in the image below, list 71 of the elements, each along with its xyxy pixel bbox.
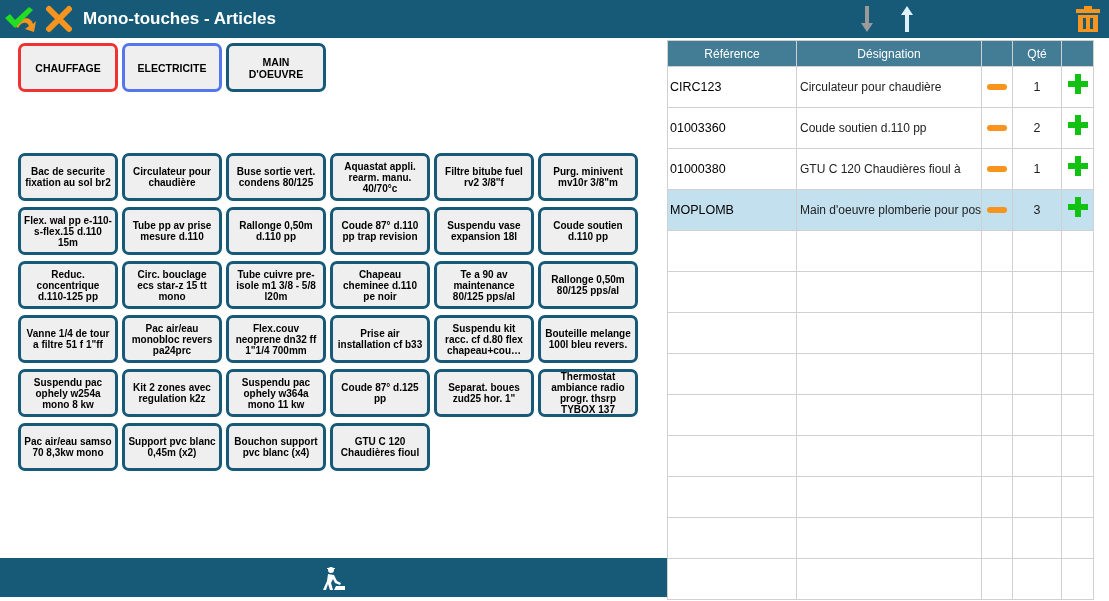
plus-icon[interactable] bbox=[1066, 196, 1089, 219]
table-row[interactable]: MOPLOMB Main d'oeuvre plomberie pour pos 3 bbox=[667, 189, 1094, 231]
table-cell: Coude soutien d.110 pp bbox=[796, 107, 982, 149]
table-row[interactable]: 01000380 GTU C 120 Chaudières fioul à 1 bbox=[667, 148, 1094, 190]
table-cell: Circulateur pour chaudière bbox=[796, 66, 982, 108]
table-cell: MOPLOMB bbox=[667, 189, 797, 231]
article-button[interactable]: Circulateur pour chaudière bbox=[122, 153, 222, 201]
table-cell: 3 bbox=[1012, 189, 1062, 231]
article-button[interactable]: Buse sortie vert. condens 80/125 bbox=[226, 153, 326, 201]
article-button[interactable]: Coude 87° d.125 pp bbox=[330, 369, 430, 417]
minus-icon[interactable] bbox=[986, 165, 1008, 174]
column-header: Désignation bbox=[796, 40, 982, 67]
article-button[interactable]: Bouchon support pvc blanc (x4) bbox=[226, 423, 326, 471]
article-button[interactable]: Pac air/eau monobloc revers pa24prc bbox=[122, 315, 222, 363]
article-button[interactable]: Reduc. concentrique d.110-125 pp bbox=[18, 261, 118, 309]
article-button[interactable]: Purg. minivent mv10r 3/8"m bbox=[538, 153, 638, 201]
check-arrow-icon[interactable] bbox=[3, 4, 37, 34]
article-button[interactable]: Rallonge 0,50m 80/125 pps/al bbox=[538, 261, 638, 309]
article-button[interactable]: Te a 90 av maintenance 80/125 pps/al bbox=[434, 261, 534, 309]
down-arrow-icon[interactable] bbox=[860, 5, 874, 33]
table-cell: 1 bbox=[1012, 66, 1062, 108]
article-button[interactable]: Suspendu vase expansion 18l bbox=[434, 207, 534, 255]
article-button[interactable]: GTU C 120 Chaudières fioul bbox=[330, 423, 430, 471]
close-icon[interactable] bbox=[45, 5, 73, 33]
table-cell: 1 bbox=[1012, 148, 1062, 190]
category-button[interactable]: CHAUFFAGE bbox=[18, 43, 118, 92]
up-arrow-icon[interactable] bbox=[900, 5, 914, 33]
category-button[interactable]: MAIN D'OEUVRE bbox=[226, 43, 326, 92]
column-header: Référence bbox=[667, 40, 797, 67]
article-button[interactable]: Thermostat ambiance radio progr. thsrp TYBOX 137 bbox=[538, 369, 638, 417]
table-row[interactable]: 01003360 Coude soutien d.110 pp 2 bbox=[667, 107, 1094, 149]
minus-icon[interactable] bbox=[986, 83, 1008, 92]
minus-icon[interactable] bbox=[986, 206, 1008, 215]
article-button[interactable]: Flex. wal pp e-110-s-flex.15 d.110 15m bbox=[18, 207, 118, 255]
plus-icon[interactable] bbox=[1066, 114, 1089, 137]
plus-icon[interactable] bbox=[1066, 73, 1089, 96]
column-header: Qté bbox=[1012, 40, 1062, 67]
article-button[interactable]: Flex.couv neoprene dn32 ff 1"1/4 700mm bbox=[226, 315, 326, 363]
article-button[interactable]: Filtre bitube fuel rv2 3/8"f bbox=[434, 153, 534, 201]
table-cell: GTU C 120 Chaudières fioul à bbox=[796, 148, 982, 190]
article-button[interactable]: Prise air installation cf b33 bbox=[330, 315, 430, 363]
article-button[interactable]: Vanne 1/4 de tour a filtre 51 f 1"ff bbox=[18, 315, 118, 363]
table-cell: CIRC123 bbox=[667, 66, 797, 108]
article-button[interactable]: Coude soutien d.110 pp bbox=[538, 207, 638, 255]
article-button[interactable]: Support pvc blanc 0,45m (x2) bbox=[122, 423, 222, 471]
article-button[interactable]: Separat. boues zud25 hor. 1" bbox=[434, 369, 534, 417]
window-title: Mono-touches - Articles bbox=[83, 8, 276, 31]
table-cell: 01000380 bbox=[667, 148, 797, 190]
article-button[interactable]: Suspendu pac ophely w364a mono 11 kw bbox=[226, 369, 326, 417]
article-button[interactable]: Bac de securite fixation au sol br2 bbox=[18, 153, 118, 201]
article-button[interactable]: Rallonge 0,50m d.110 pp bbox=[226, 207, 326, 255]
article-button[interactable]: Chapeau cheminee d.110 pe noir bbox=[330, 261, 430, 309]
plus-icon[interactable] bbox=[1066, 155, 1089, 178]
trash-icon[interactable] bbox=[1075, 5, 1101, 33]
table-cell: 01003360 bbox=[667, 107, 797, 149]
table-row[interactable]: CIRC123 Circulateur pour chaudière 1 bbox=[667, 66, 1094, 108]
article-button[interactable]: Coude 87° d.110 pp trap revision bbox=[330, 207, 430, 255]
article-button[interactable]: Tube pp av prise mesure d.110 bbox=[122, 207, 222, 255]
article-button[interactable]: Bouteille melange 100l bleu revers. bbox=[538, 315, 638, 363]
article-button[interactable]: Aquastat appli. rearm. manu. 40/70°c bbox=[330, 153, 430, 201]
article-button[interactable]: Kit 2 zones avec regulation k2z bbox=[122, 369, 222, 417]
category-button[interactable]: ELECTRICITE bbox=[122, 43, 222, 92]
minus-icon[interactable] bbox=[986, 124, 1008, 133]
article-button[interactable]: Suspendu pac ophely w254a mono 8 kw bbox=[18, 369, 118, 417]
table-cell: 2 bbox=[1012, 107, 1062, 149]
article-button[interactable]: Tube cuivre pre-isole m1 3/8 - 5/8 l20m bbox=[226, 261, 326, 309]
article-button[interactable]: Suspendu kit racc. cf d.80 flex chapeau+cou… bbox=[434, 315, 534, 363]
worker-icon[interactable] bbox=[320, 564, 347, 591]
table-cell: Main d'oeuvre plomberie pour pos bbox=[796, 189, 982, 231]
article-button[interactable]: Pac air/eau samso 70 8,3kw mono bbox=[18, 423, 118, 471]
article-button[interactable]: Circ. bouclage ecs star-z 15 tt mono bbox=[122, 261, 222, 309]
